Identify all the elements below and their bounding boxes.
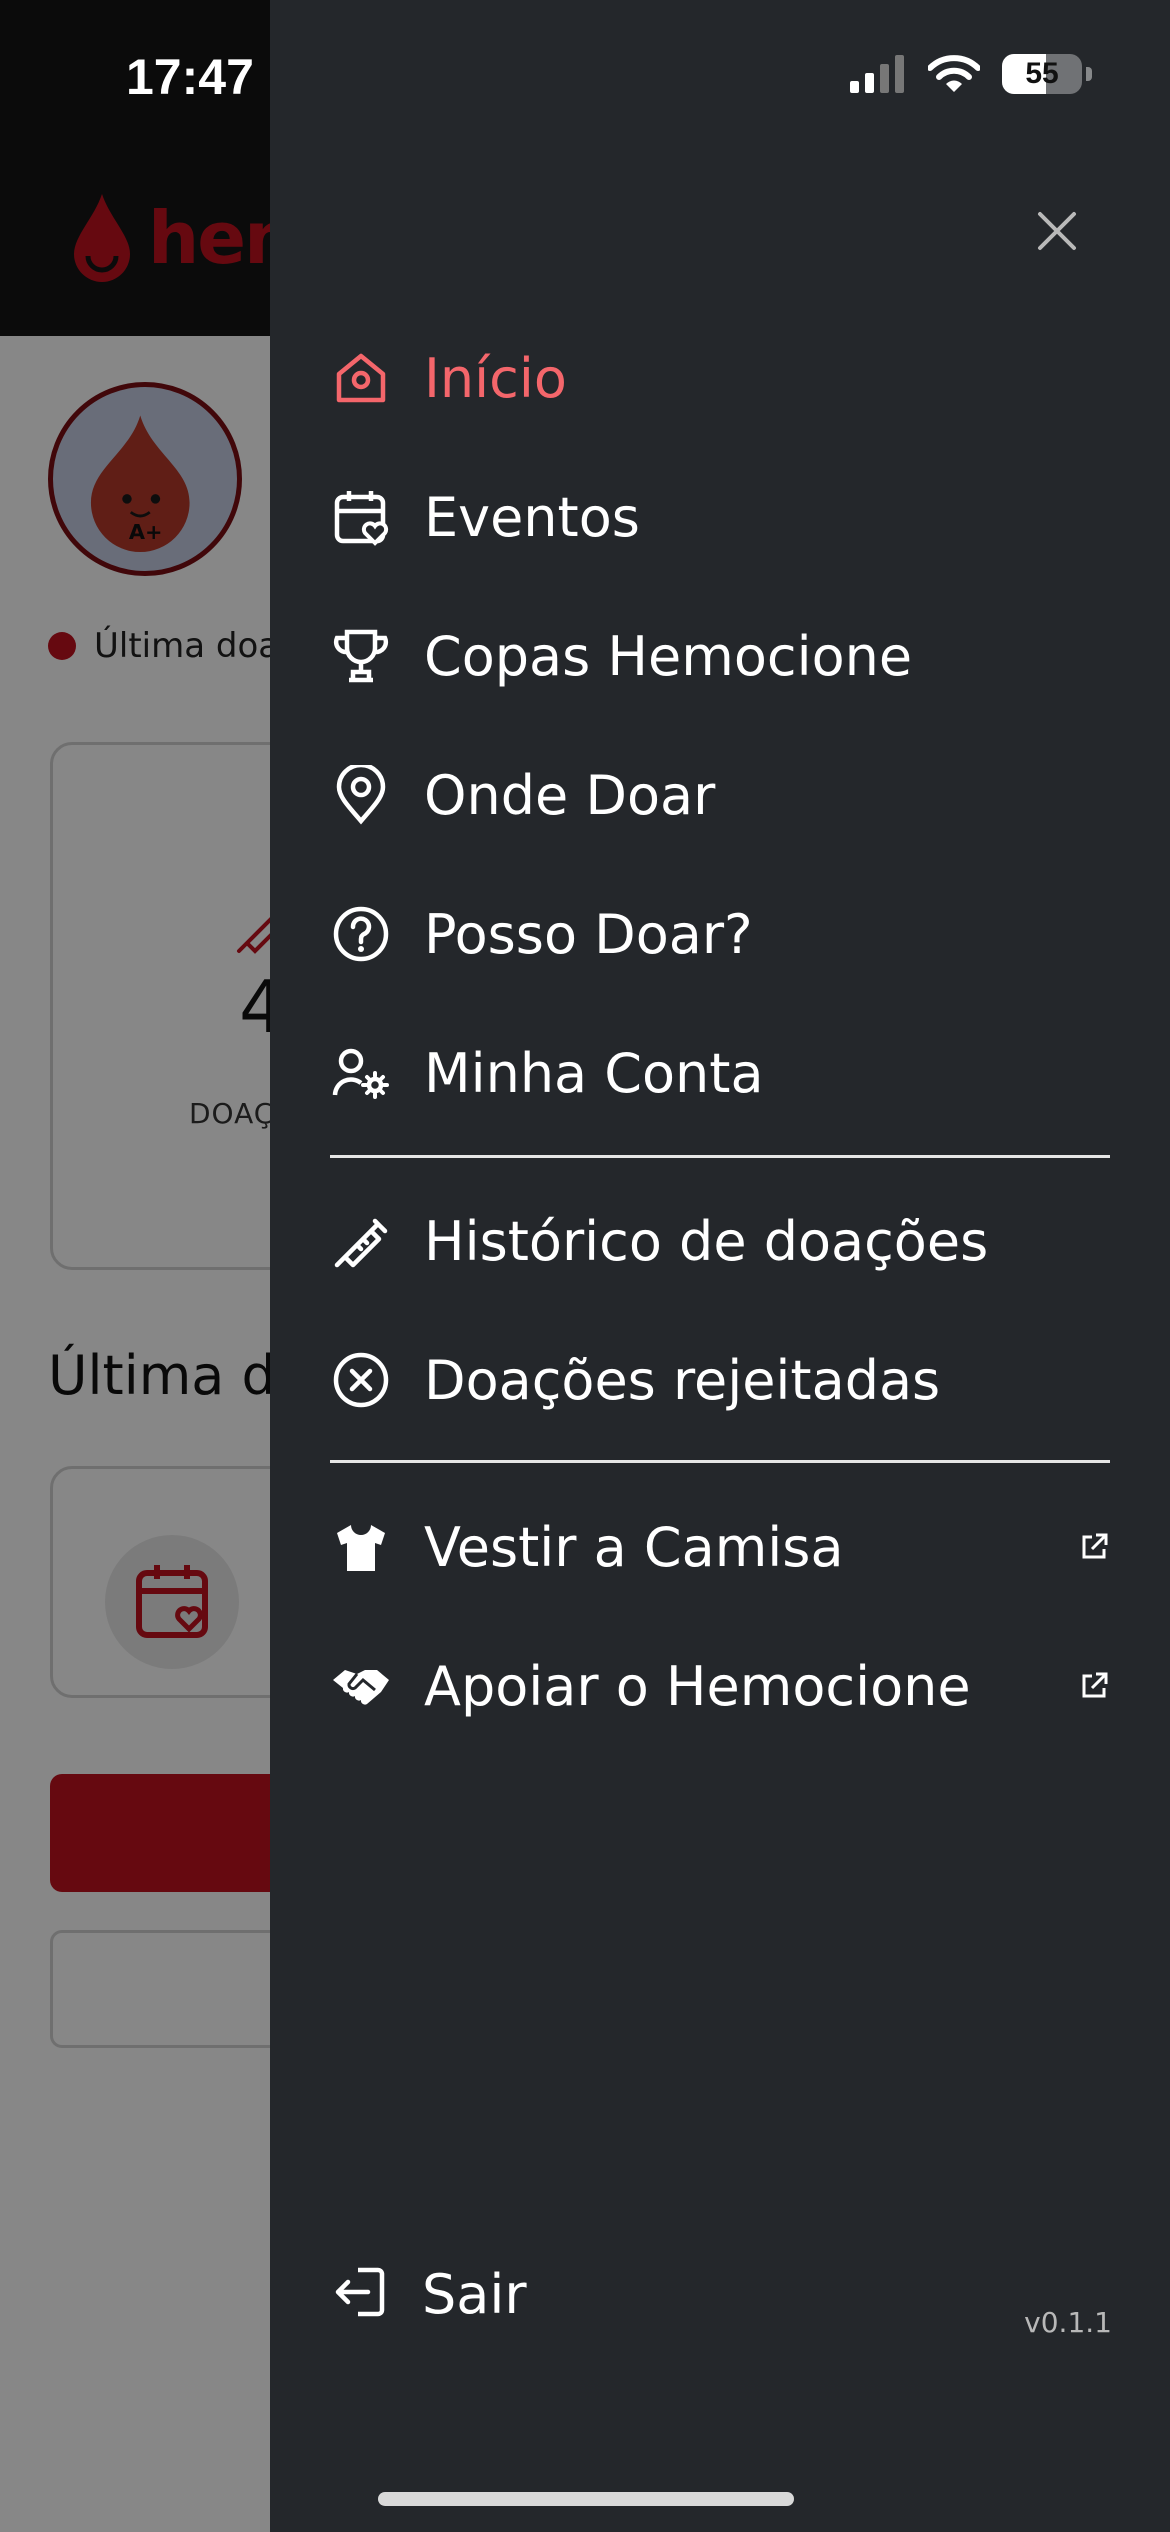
- menu-item-apoiar-hemocione[interactable]: Apoiar o Hemocione: [330, 1636, 1110, 1736]
- handshake-icon: [330, 1655, 392, 1717]
- home-indicator[interactable]: [378, 2492, 794, 2506]
- menu-item-label: Onde Doar: [424, 763, 716, 827]
- battery-cap: [1086, 67, 1092, 81]
- menu-item-inicio[interactable]: Início: [330, 328, 1110, 428]
- menu-item-historico-doacoes[interactable]: Histórico de doações: [330, 1191, 1110, 1291]
- status-bar: 17:47 55: [0, 0, 1170, 150]
- home-icon: [330, 347, 392, 409]
- wifi-icon: [928, 55, 980, 92]
- external-link-icon: [1082, 1533, 1108, 1559]
- menu-item-label: Eventos: [424, 485, 640, 549]
- battery-percent: 55: [1025, 57, 1059, 90]
- tshirt-icon: [330, 1516, 392, 1578]
- status-time: 17:47: [126, 49, 254, 105]
- calendar-heart-icon: [330, 486, 392, 548]
- logout-label: Sair: [422, 2262, 527, 2326]
- menu-item-copas-hemocione[interactable]: Copas Hemocione: [330, 606, 1110, 706]
- close-icon[interactable]: [1032, 206, 1082, 256]
- menu-divider: [330, 1460, 1110, 1463]
- menu-item-label: Copas Hemocione: [424, 624, 913, 688]
- syringe-icon: [330, 1210, 392, 1272]
- menu-item-onde-doar[interactable]: Onde Doar: [330, 745, 1110, 845]
- user-gear-icon: [330, 1042, 392, 1104]
- menu-item-label: Histórico de doações: [424, 1209, 989, 1273]
- menu-item-label: Início: [424, 346, 567, 410]
- menu-item-minha-conta[interactable]: Minha Conta: [330, 1023, 1110, 1123]
- status-icons: 55: [850, 54, 1092, 94]
- x-circle-icon: [330, 1349, 392, 1411]
- menu-item-label: Minha Conta: [424, 1041, 764, 1105]
- logout-icon: [330, 2262, 390, 2326]
- external-link-icon: [1082, 1672, 1108, 1698]
- navigation-drawer: Início Eventos Copas Hemocione Onde Doar: [270, 0, 1170, 2532]
- map-pin-icon: [330, 764, 392, 826]
- signal-icon: [850, 55, 904, 93]
- menu-item-doacoes-rejeitadas[interactable]: Doações rejeitadas: [330, 1330, 1110, 1430]
- app-version: v0.1.1: [1024, 2306, 1112, 2339]
- menu-item-label: Posso Doar?: [424, 902, 753, 966]
- question-circle-icon: [330, 903, 392, 965]
- battery-indicator: 55: [1002, 54, 1082, 94]
- menu-item-label: Apoiar o Hemocione: [424, 1654, 971, 1718]
- logout-button[interactable]: Sair: [330, 2262, 527, 2326]
- menu-item-vestir-camisa[interactable]: Vestir a Camisa: [330, 1497, 1110, 1597]
- trophy-icon: [330, 625, 392, 687]
- menu-item-posso-doar[interactable]: Posso Doar?: [330, 884, 1110, 984]
- menu-divider: [330, 1155, 1110, 1158]
- menu-item-label: Vestir a Camisa: [424, 1515, 844, 1579]
- menu-item-label: Doações rejeitadas: [424, 1348, 941, 1412]
- menu-item-eventos[interactable]: Eventos: [330, 467, 1110, 567]
